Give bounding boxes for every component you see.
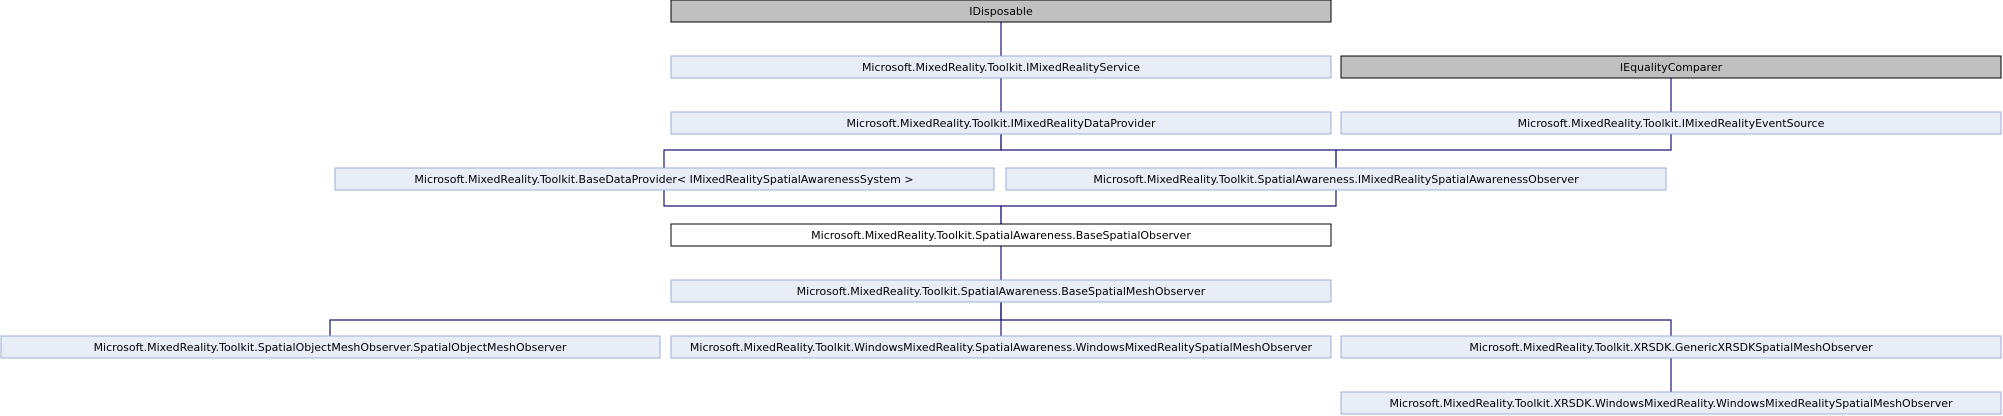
node-label: Microsoft.MixedReality.Toolkit.BaseDataP… (414, 173, 913, 186)
node-label: Microsoft.MixedReality.Toolkit.XRSDK.Win… (1389, 397, 1953, 410)
node-wmr-spatialmeshobserver[interactable]: Microsoft.MixedReality.Toolkit.WindowsMi… (670, 335, 1332, 359)
edge-basespatialobserver-to-observer (1000, 181, 1340, 224)
node-imixedrealityservice[interactable]: Microsoft.MixedReality.Toolkit.IMixedRea… (670, 55, 1332, 79)
node-label: Microsoft.MixedReality.Toolkit.XRSDK.Gen… (1469, 341, 1873, 354)
node-label: Microsoft.MixedReality.Toolkit.WindowsMi… (690, 341, 1313, 354)
edge-observer-to-dataprovider (997, 125, 1337, 168)
node-imixedrealitydataprovider[interactable]: Microsoft.MixedReality.Toolkit.IMixedRea… (670, 111, 1332, 135)
edge-spatialobject-to-meshobserver (329, 293, 1005, 336)
edge-basespatialobserver-to-basedataprovider (660, 181, 1002, 224)
node-idisposable[interactable]: IDisposable (670, 0, 1332, 23)
node-label: IDisposable (969, 5, 1033, 18)
node-label: Microsoft.MixedReality.Toolkit.SpatialOb… (94, 341, 567, 354)
node-label: Microsoft.MixedReality.Toolkit.IMixedRea… (862, 61, 1140, 74)
node-spatialobjectmeshobserver[interactable]: Microsoft.MixedReality.Toolkit.SpatialOb… (0, 335, 661, 359)
inheritance-diagram: IDisposable Microsoft.MixedReality.Toolk… (0, 0, 2002, 415)
node-imixedrealityeventsource[interactable]: Microsoft.MixedReality.Toolkit.IMixedRea… (1340, 111, 2002, 135)
edge-generic-to-meshobserver (997, 293, 1672, 336)
node-iequalitycomparer[interactable]: IEqualityComparer (1340, 55, 2002, 79)
node-basedataprovider[interactable]: Microsoft.MixedReality.Toolkit.BaseDataP… (334, 167, 995, 191)
node-label: Microsoft.MixedReality.Toolkit.SpatialAw… (1093, 173, 1579, 186)
node-label: Microsoft.MixedReality.Toolkit.SpatialAw… (797, 285, 1206, 298)
node-genericxrsdkspatialmeshobserver[interactable]: Microsoft.MixedReality.Toolkit.XRSDK.Gen… (1340, 335, 2002, 359)
node-label: IEqualityComparer (1620, 61, 1723, 74)
node-xrsdk-wmr-spatialmeshobserver[interactable]: Microsoft.MixedReality.Toolkit.XRSDK.Win… (1340, 391, 2002, 415)
node-label: Microsoft.MixedReality.Toolkit.IMixedRea… (1518, 117, 1825, 130)
node-label: Microsoft.MixedReality.Toolkit.IMixedRea… (846, 117, 1155, 130)
node-basespatialmeshobserver[interactable]: Microsoft.MixedReality.Toolkit.SpatialAw… (670, 279, 1332, 303)
node-basespatialobserver[interactable]: Microsoft.MixedReality.Toolkit.SpatialAw… (670, 223, 1332, 247)
node-ispatialawarenessobserver[interactable]: Microsoft.MixedReality.Toolkit.SpatialAw… (1005, 167, 1667, 191)
node-label: Microsoft.MixedReality.Toolkit.SpatialAw… (811, 229, 1191, 242)
edge-basedataprovider-to-dataprovider (663, 125, 1005, 168)
edge-observer-to-eventsource (1335, 125, 1675, 168)
